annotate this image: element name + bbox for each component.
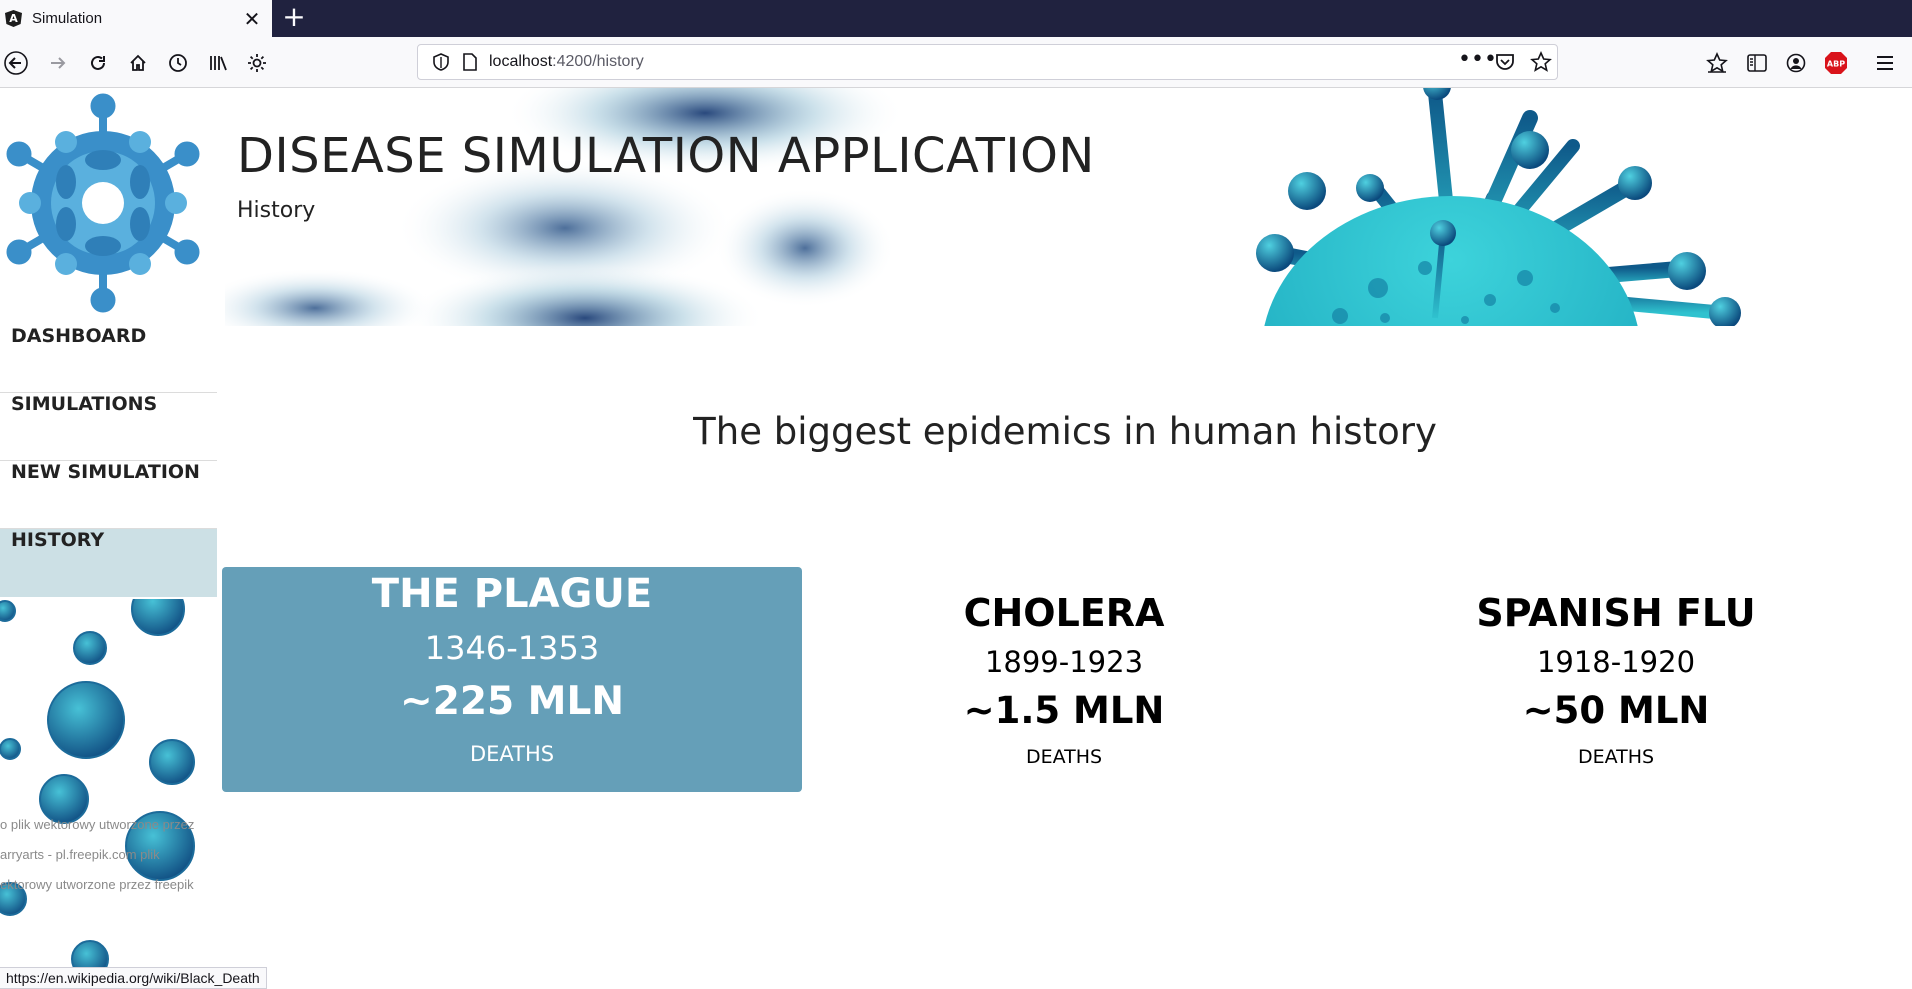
page: DASHBOARD SIMULATIONS NEW SIMULATION HIS… [0,88,1912,989]
menu-hamburger-icon[interactable] [1871,49,1899,77]
virus-pattern-icon [0,599,195,978]
image-credit-line: arryarts - pl.freepik.com plik [0,847,160,862]
angular-icon: A [5,10,22,27]
image-credit-line: ektorowy utworzone przez freepik [0,877,194,892]
svg-text:ABP: ABP [1827,60,1845,69]
sidebar-item-new-simulation[interactable]: NEW SIMULATION [0,461,217,529]
browser-tab[interactable]: A Simulation ✕ [0,0,272,37]
epidemic-card-spanish-flu[interactable]: SPANISH FLU 1918-1920 ~50 MLN DEATHS [1326,567,1906,792]
epidemic-card-cholera[interactable]: CHOLERA 1899-1923 ~1.5 MLN DEATHS [774,567,1354,792]
section-title: The biggest epidemics in human history [693,410,1437,453]
epidemic-years: 1899-1923 [984,645,1144,679]
image-credit-line: o plik wektorowy utworzone przez [0,817,195,832]
epidemic-years: 1918-1920 [1536,645,1696,679]
epidemic-deaths: ~50 MLN [1522,689,1710,732]
back-icon[interactable] [2,49,30,77]
sidebar-item-simulations[interactable]: SIMULATIONS [0,393,217,461]
page-icon[interactable] [462,53,478,75]
page-title: DISEASE SIMULATION APPLICATION [237,128,1095,184]
epidemic-deaths: ~225 MLN [400,679,624,724]
home-icon[interactable] [124,49,152,77]
epidemic-years: 1346-1353 [424,629,600,667]
account-icon[interactable] [1782,49,1810,77]
epidemic-card-plague[interactable]: THE PLAGUE 1346-1353 ~225 MLN DEATHS [222,567,802,792]
epidemic-name: CHOLERA [963,591,1165,635]
bookmark-star-icon[interactable] [1530,51,1552,77]
close-icon[interactable]: ✕ [240,7,264,31]
shield-icon[interactable] [432,53,450,75]
epidemic-deaths: ~1.5 MLN [963,689,1165,732]
sidebar: DASHBOARD SIMULATIONS NEW SIMULATION HIS… [0,88,217,989]
header-banner: DISEASE SIMULATION APPLICATION History [225,88,1755,326]
forward-icon[interactable] [44,49,72,77]
settings-gear-icon[interactable] [243,49,271,77]
new-tab-icon[interactable]: + [278,2,310,34]
address-bar[interactable]: localhost:4200/history ••• [417,44,1558,80]
sidebar-item-dashboard[interactable]: DASHBOARD [0,325,217,393]
epidemic-name: THE PLAGUE [371,571,653,617]
browser-tab-bar: A Simulation ✕ + [0,0,1912,37]
adblock-icon[interactable]: ABP [1822,49,1850,77]
epidemic-deaths-label: DEATHS [1025,746,1103,768]
banner-background-art [225,88,1741,326]
tab-title: Simulation [32,10,103,27]
epidemic-name: SPANISH FLU [1476,591,1756,635]
bookmarks-star-icon[interactable] [1703,49,1731,77]
page-subtitle: History [237,198,316,223]
history-icon[interactable] [164,49,192,77]
browser-nav-bar: localhost:4200/history ••• ABP [0,37,1912,88]
reload-icon[interactable] [84,49,112,77]
epidemic-deaths-label: DEATHS [1577,746,1655,768]
more-actions-icon[interactable]: ••• [1458,47,1497,72]
url-text: localhost:4200/history [489,53,644,70]
pocket-icon[interactable] [1495,52,1515,76]
virus-background-art: o plik wektorowy utworzone przez arryart… [0,599,217,989]
epidemic-deaths-label: DEATHS [469,742,555,766]
sidebar-item-history[interactable]: HISTORY [0,529,217,597]
sidebar-icon[interactable] [1743,49,1771,77]
link-status-bar: https://en.wikipedia.org/wiki/Black_Deat… [0,967,267,989]
sidebar-menu: DASHBOARD SIMULATIONS NEW SIMULATION HIS… [0,325,217,597]
library-icon[interactable] [204,49,232,77]
virus-logo-icon [6,93,200,313]
